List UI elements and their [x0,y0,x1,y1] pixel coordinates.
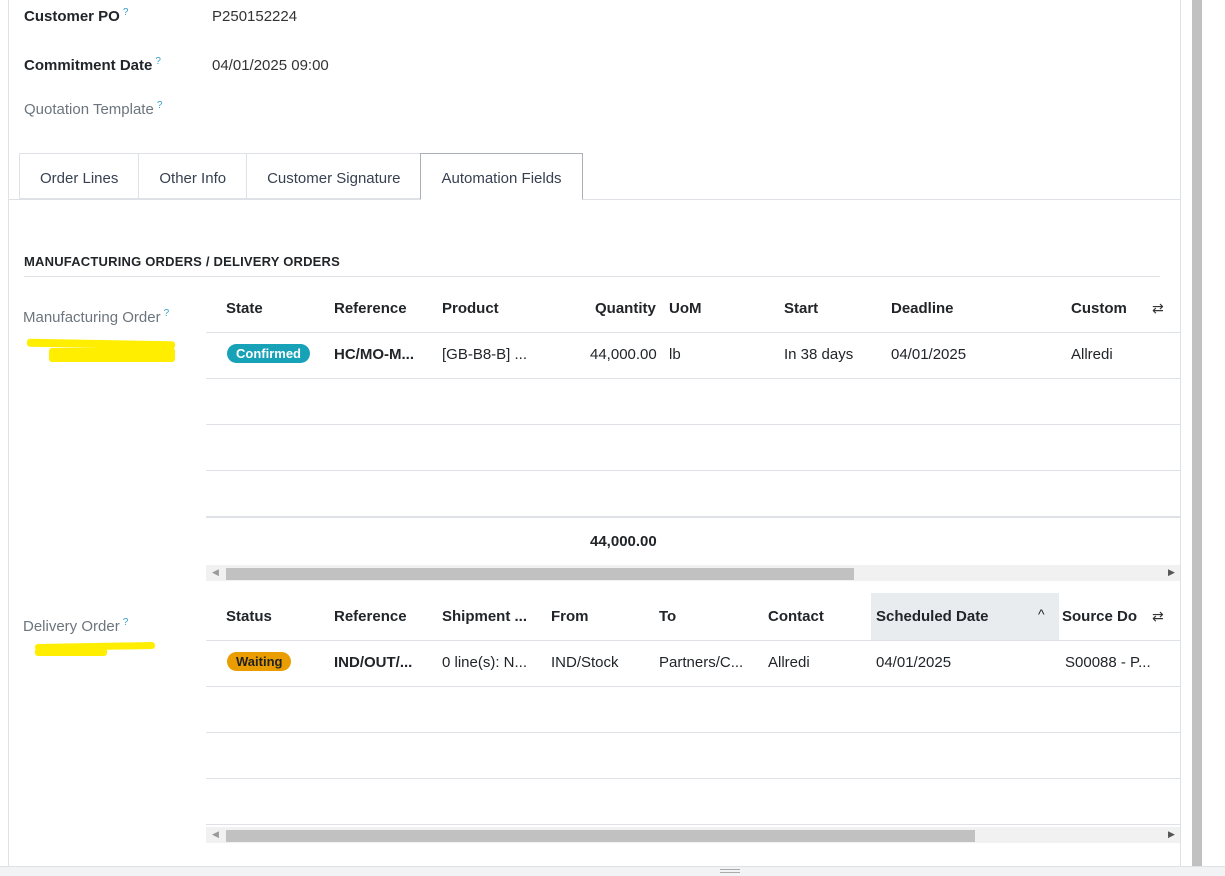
mo-customer: Allredi [1071,346,1113,363]
column-header-state[interactable]: State [226,300,263,317]
column-header-reference[interactable]: Reference [334,300,407,317]
help-icon[interactable]: ? [123,617,129,628]
field-quotation-template: Quotation Template? [24,100,212,118]
tab-customer-signature[interactable]: Customer Signature [246,153,421,199]
do-from: IND/Stock [551,654,619,671]
resize-grip-icon[interactable] [720,869,740,873]
empty-row [206,778,1180,825]
help-icon[interactable]: ? [155,56,161,67]
quotation-template-label: Quotation Template? [24,100,163,118]
do-reference: IND/OUT/... [334,654,413,671]
column-header-from[interactable]: From [551,608,589,625]
customer-po-label: Customer PO? [24,7,129,25]
column-header-customer[interactable]: Custom [1071,300,1143,317]
do-scheduled-date: 04/01/2025 [876,654,952,671]
empty-row [206,686,1180,733]
help-icon[interactable]: ? [157,100,163,111]
customer-po-value[interactable]: P250152224 [212,8,297,25]
column-header-status[interactable]: Status [226,608,272,625]
scrollbar-thumb[interactable] [226,568,854,580]
empty-row [206,424,1180,471]
table-row[interactable]: Confirmed HC/MO-M... [GB-B8-B] ... 44,00… [206,332,1180,379]
section-title: MANUFACTURING ORDERS / DELIVERY ORDERS [24,254,1160,277]
mo-start: In 38 days [784,346,854,363]
do-source-document: S00088 - P... [1065,654,1151,671]
page-vertical-scrollbar[interactable] [1192,0,1202,866]
yellow-highlight-mark [35,648,107,656]
field-commitment-date: Commitment Date? 04/01/2025 09:00 [24,56,329,74]
sliders-icon[interactable]: ⇄ [1152,300,1164,317]
manufacturing-order-label: Manufacturing Order? [23,308,170,326]
state-badge: Confirmed [227,344,310,363]
column-header-quantity[interactable]: Quantity [595,300,656,317]
tab-order-lines[interactable]: Order Lines [19,153,139,199]
form-sheet: Customer PO? P250152224 Commitment Date?… [8,0,1181,866]
do-to: Partners/C... [659,654,744,671]
field-customer-po: Customer PO? P250152224 [24,7,297,25]
column-header-source-document[interactable]: Source Do [1062,608,1146,625]
sort-ascending-icon[interactable]: ^ [1038,606,1045,622]
do-contact: Allredi [768,654,810,671]
scroll-left-arrow-icon[interactable]: ◀ [212,567,219,578]
empty-row [206,732,1180,779]
tab-other-info[interactable]: Other Info [138,153,247,199]
help-icon[interactable]: ? [164,308,170,319]
column-header-uom[interactable]: UoM [669,300,702,317]
scroll-right-arrow-icon[interactable]: ▶ [1168,567,1175,578]
sliders-icon[interactable]: ⇄ [1152,608,1164,625]
mo-quantity: 44,000.00 [590,346,657,363]
delivery-table-scrollbar[interactable]: ◀ ▶ [206,827,1180,843]
mo-quantity-total: 44,000.00 [590,533,657,550]
commitment-date-label: Commitment Date? [24,56,161,74]
column-header-shipment[interactable]: Shipment ... [442,608,527,625]
table-footer-row: 44,000.00 [206,518,1180,564]
mo-reference: HC/MO-M... [334,346,414,363]
yellow-highlight-mark [49,348,175,362]
table-row[interactable]: Waiting IND/OUT/... 0 line(s): N... IND/… [206,640,1180,687]
tab-automation-fields[interactable]: Automation Fields [420,153,583,200]
delivery-order-label: Delivery Order? [23,617,129,635]
scrollbar-thumb[interactable] [226,830,975,842]
notebook-tabs: Order Lines Other Info Customer Signatur… [19,153,583,200]
empty-row [206,378,1180,425]
scroll-right-arrow-icon[interactable]: ▶ [1168,829,1175,840]
column-header-contact[interactable]: Contact [768,608,824,625]
column-header-reference[interactable]: Reference [334,608,407,625]
column-header-deadline[interactable]: Deadline [891,300,954,317]
empty-row [206,470,1180,518]
table-header-row: State Reference Product Quantity UoM Sta… [206,286,1180,333]
mo-product: [GB-B8-B] ... [442,346,528,363]
manufacturing-table-scrollbar[interactable]: ◀ ▶ [206,565,1180,581]
do-shipment: 0 line(s): N... [442,654,528,671]
status-badge: Waiting [227,652,292,671]
commitment-date-value[interactable]: 04/01/2025 09:00 [212,57,329,74]
column-header-product[interactable]: Product [442,300,499,317]
mo-deadline: 04/01/2025 [891,346,967,363]
delivery-orders-table: Status Reference Shipment ... From To Co… [206,593,1180,827]
column-header-to[interactable]: To [659,608,676,625]
manufacturing-orders-table: State Reference Product Quantity UoM Sta… [206,286,1180,566]
column-header-scheduled-date[interactable]: Scheduled Date [876,608,989,625]
help-icon[interactable]: ? [123,7,129,18]
scroll-left-arrow-icon[interactable]: ◀ [212,829,219,840]
column-header-start[interactable]: Start [784,300,818,317]
mo-uom: lb [669,346,681,363]
table-header-row: Status Reference Shipment ... From To Co… [206,593,1180,641]
